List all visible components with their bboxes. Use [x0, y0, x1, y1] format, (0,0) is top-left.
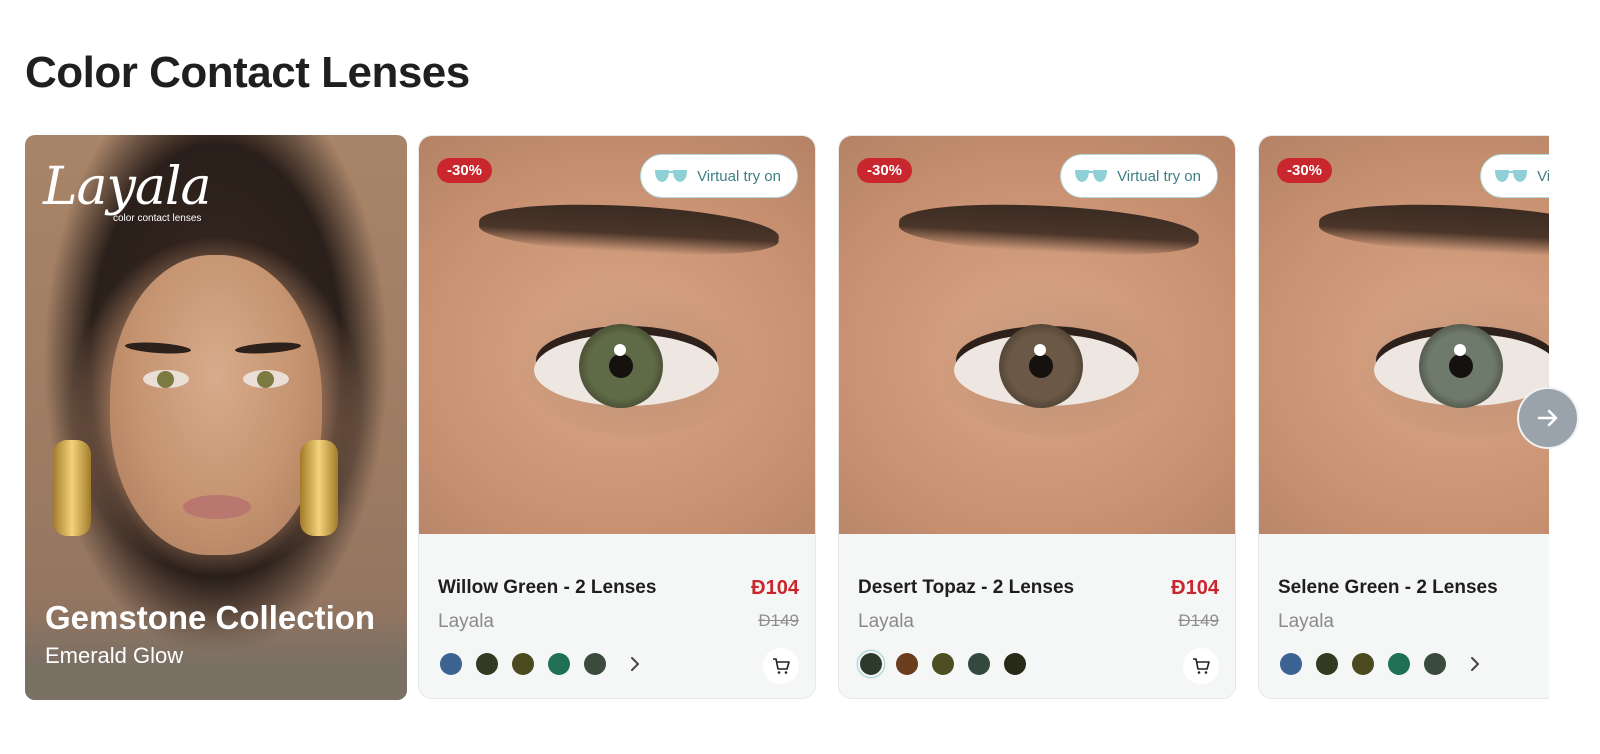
color-swatch[interactable]	[896, 653, 918, 675]
glasses-icon	[655, 170, 688, 182]
virtual-try-on-button[interactable]: Virtual try on	[640, 154, 798, 198]
glasses-icon	[1495, 170, 1528, 182]
original-price: Ð149	[758, 611, 799, 630]
add-to-cart-button[interactable]	[763, 648, 799, 684]
earring	[53, 440, 91, 536]
arrow-right-icon	[1537, 409, 1558, 427]
chevron-right-icon[interactable]	[624, 653, 646, 675]
color-swatch[interactable]	[1316, 653, 1338, 675]
discount-badge: -30%	[857, 158, 913, 183]
product-brand: Layala	[858, 611, 914, 632]
discount-badge: -30%	[437, 158, 493, 183]
product-info: Selene Green - 2 Lenses Layala Ð104 Ð149	[1259, 534, 1549, 698]
color-swatches	[860, 653, 1026, 675]
cart-icon	[773, 658, 790, 674]
virtual-try-on-label: Virtual try on	[697, 167, 781, 185]
promo-banner[interactable]: Layala color contact lenses Gemstone Col…	[25, 135, 407, 700]
color-swatches	[440, 653, 646, 675]
product-name[interactable]: Desert Topaz - 2 Lenses	[858, 577, 1074, 599]
color-swatch[interactable]	[1388, 653, 1410, 675]
currency-symbol: Ð	[751, 577, 766, 599]
currency-symbol: Ð	[1171, 577, 1186, 599]
section-title: Color Contact Lenses	[25, 48, 470, 97]
promo-title: Gemstone Collection	[45, 599, 376, 636]
virtual-try-on-label: Virtual try on	[1537, 167, 1549, 185]
color-swatch[interactable]	[968, 653, 990, 675]
brand-logo-subtext: color contact lenses	[113, 213, 202, 224]
chevron-right-icon[interactable]	[1464, 653, 1486, 675]
product-name[interactable]: Selene Green - 2 Lenses	[1278, 577, 1498, 599]
product-brand: Layala	[438, 611, 494, 632]
color-swatch[interactable]	[932, 653, 954, 675]
virtual-try-on-button[interactable]: Virtual try on	[1060, 154, 1218, 198]
brand-logo: Layala	[43, 157, 212, 217]
iris	[1419, 324, 1503, 408]
sale-price: Ð104	[751, 577, 799, 599]
discount-badge: -30%	[1277, 158, 1333, 183]
product-card[interactable]: -30% Virtual try on Willow Green - 2 Len…	[418, 135, 816, 699]
promo-subtitle: Emerald Glow	[45, 643, 184, 668]
product-info: Desert Topaz - 2 Lenses Layala Ð104 Ð149	[839, 534, 1235, 698]
color-swatch[interactable]	[1004, 653, 1026, 675]
color-swatches	[1280, 653, 1486, 675]
original-price: Ð149	[1178, 611, 1219, 630]
color-swatch[interactable]	[440, 653, 462, 675]
add-to-cart-button[interactable]	[1183, 648, 1219, 684]
cart-icon	[1193, 658, 1210, 674]
earring	[300, 440, 338, 536]
color-swatch[interactable]	[1280, 653, 1302, 675]
color-swatch[interactable]	[860, 653, 882, 675]
iris	[999, 324, 1083, 408]
color-swatch[interactable]	[584, 653, 606, 675]
product-card[interactable]: -30% Virtual try on Desert Topaz - 2 Len…	[838, 135, 1236, 699]
product-card[interactable]: -30% Virtual try on Selene Green - 2 Len…	[1258, 135, 1549, 699]
product-carousel: Layala color contact lenses Gemstone Col…	[25, 135, 1549, 700]
virtual-try-on-button[interactable]: Virtual try on	[1480, 154, 1549, 198]
product-info: Willow Green - 2 Lenses Layala Ð104 Ð149	[419, 534, 815, 698]
iris	[579, 324, 663, 408]
virtual-try-on-label: Virtual try on	[1117, 167, 1201, 185]
sale-price: Ð104	[1171, 577, 1219, 599]
product-brand: Layala	[1278, 611, 1334, 632]
color-swatch[interactable]	[548, 653, 570, 675]
color-swatch[interactable]	[1352, 653, 1374, 675]
color-swatch[interactable]	[1424, 653, 1446, 675]
color-swatch[interactable]	[476, 653, 498, 675]
product-name[interactable]: Willow Green - 2 Lenses	[438, 577, 656, 599]
glasses-icon	[1075, 170, 1108, 182]
color-swatch[interactable]	[512, 653, 534, 675]
carousel-next-button[interactable]	[1517, 387, 1579, 449]
